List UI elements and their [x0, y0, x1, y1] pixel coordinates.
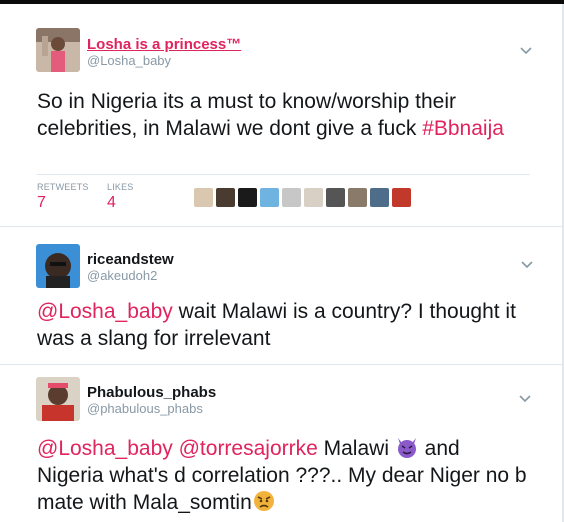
likes-label: LIKES [107, 182, 134, 192]
reply-tweet-2[interactable]: Phabulous_phabs @phabulous_phabs @Losha_… [0, 365, 562, 522]
liker-avatar[interactable] [326, 188, 345, 207]
avatar[interactable] [36, 28, 80, 72]
likes-count[interactable]: 4 [107, 194, 116, 212]
hashtag-link[interactable]: #Bbnaija [422, 117, 504, 140]
user-handle[interactable]: @Losha_baby [87, 53, 171, 68]
liker-avatar[interactable] [348, 188, 367, 207]
retweets-label: RETWEETS [37, 182, 89, 192]
liker-avatar[interactable] [216, 188, 235, 207]
liker-avatar[interactable] [260, 188, 279, 207]
display-name[interactable]: Losha is a princess™ [87, 36, 241, 53]
user-handle[interactable]: @phabulous_phabs [87, 401, 203, 416]
display-name[interactable]: Phabulous_phabs [87, 384, 216, 401]
stats-divider-top [37, 174, 530, 175]
tweet-body: So in Nigeria its a must to know/worship… [37, 90, 457, 140]
reply-tweet-1[interactable]: riceandstew @akeudoh2 @Losha_baby wait M… [0, 227, 562, 364]
chevron-down-icon[interactable] [519, 46, 533, 56]
liker-avatar[interactable] [304, 188, 323, 207]
chevron-down-icon[interactable] [520, 260, 534, 270]
liker-avatar[interactable] [370, 188, 389, 207]
liker-avatar[interactable] [282, 188, 301, 207]
purple-devil-icon [397, 438, 416, 458]
display-name[interactable]: riceandstew [87, 251, 174, 268]
avatar-image [36, 28, 80, 72]
tweet-text: So in Nigeria its a must to know/worship… [37, 88, 537, 142]
reply-text: @Losha_baby @torresajorrke Malawi and Ni… [37, 435, 527, 516]
main-tweet[interactable]: Losha is a princess™ @Losha_baby So in N… [0, 4, 562, 225]
avatar[interactable] [36, 377, 80, 421]
chevron-down-icon[interactable] [518, 394, 532, 404]
liker-avatar[interactable] [238, 188, 257, 207]
retweets-count[interactable]: 7 [37, 194, 46, 212]
liker-avatar[interactable] [194, 188, 213, 207]
mention-link[interactable]: @torresajorrke [179, 437, 318, 460]
reply-body-a: Malawi [317, 437, 395, 460]
avatar[interactable] [36, 244, 80, 288]
mention-link[interactable]: @Losha_baby [37, 437, 173, 460]
avatar-image [36, 377, 80, 421]
mention-link[interactable]: @Losha_baby [37, 300, 173, 323]
avatar-image [36, 244, 80, 288]
user-handle[interactable]: @akeudoh2 [87, 268, 157, 283]
liker-avatars[interactable] [194, 188, 411, 207]
liker-avatar[interactable] [392, 188, 411, 207]
reply-text: @Losha_baby wait Malawi is a country? I … [37, 298, 517, 352]
angry-face-icon [253, 491, 274, 511]
